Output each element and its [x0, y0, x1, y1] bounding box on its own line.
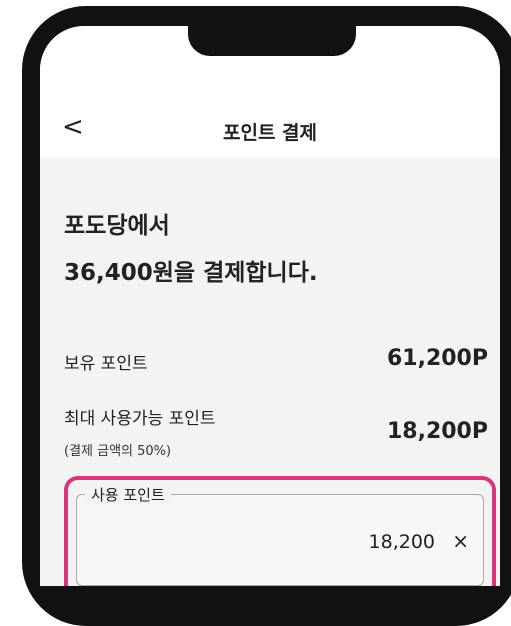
max-points-note: (결제 금액의 50%): [64, 444, 172, 459]
use-points-value[interactable]: 18,200: [369, 531, 435, 553]
max-points-label: 최대 사용가능 포인트: [64, 409, 216, 429]
payment-amount-text: 36,400원을 결제합니다.: [64, 260, 318, 286]
max-points-value: 18,200P: [386, 419, 488, 444]
payee-text: 포도당에서: [64, 213, 170, 239]
phone-notch: [188, 26, 356, 56]
use-points-input[interactable]: 사용 포인트 18,200 ×: [76, 484, 484, 586]
owned-points-label: 보유 포인트: [64, 354, 148, 374]
page-title: 포인트 결제: [222, 122, 317, 144]
owned-points-value: 61,200P: [386, 346, 488, 371]
clear-icon[interactable]: ×: [452, 529, 469, 553]
app-screen: < 포인트 결제 포도당에서 36,400원을 결제합니다. 보유 포인트 61…: [40, 26, 500, 586]
use-points-label: 사용 포인트: [85, 484, 171, 505]
use-points-box: 사용 포인트 18,200 ×: [64, 476, 496, 586]
